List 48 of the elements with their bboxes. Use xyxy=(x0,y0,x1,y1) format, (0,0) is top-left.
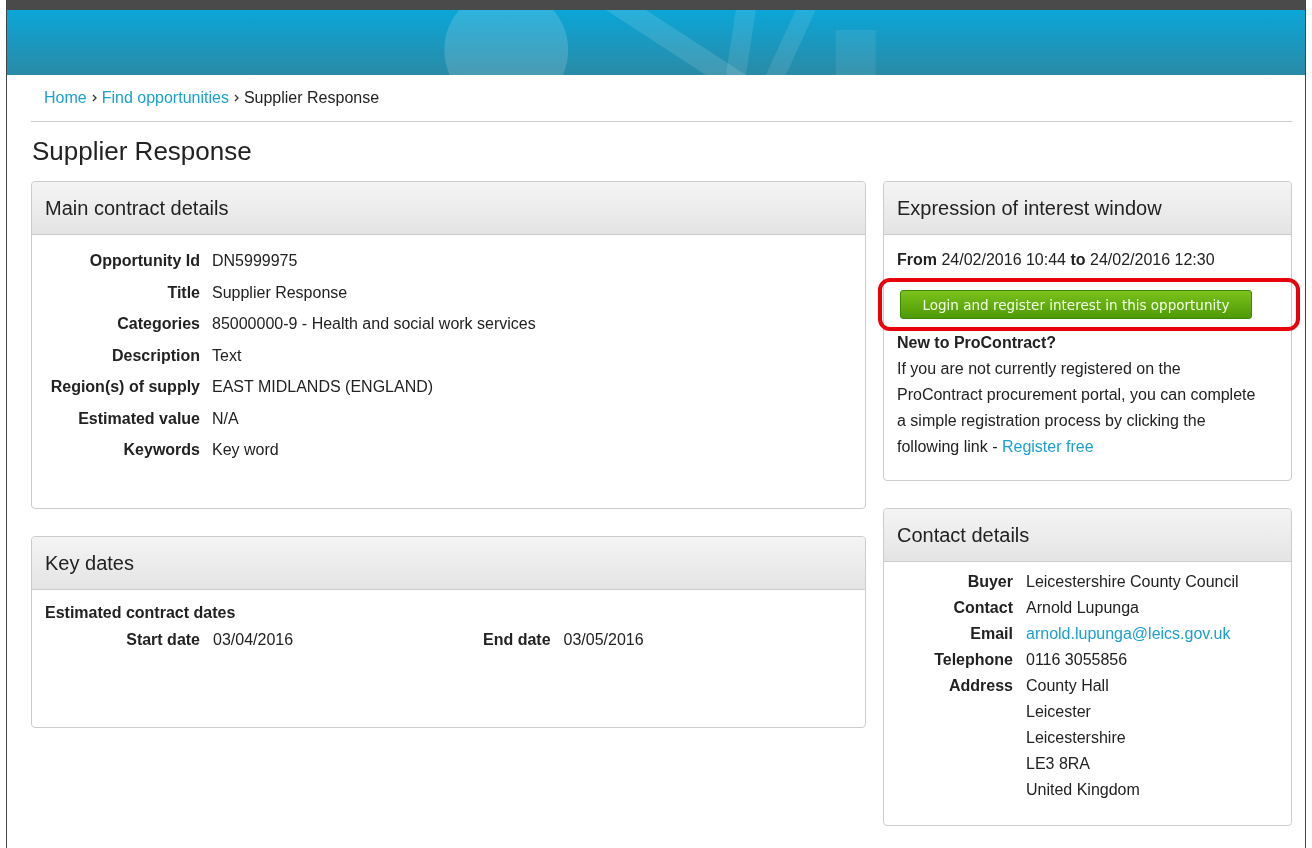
field-value: Supplier Response xyxy=(212,283,349,302)
register-heading: New to ProContract? xyxy=(897,334,1058,352)
contact-value: United Kingdom xyxy=(1026,781,1140,799)
email-link[interactable]: arnold.lupunga@leics.gov.uk xyxy=(1026,625,1231,643)
page-title: Supplier Response xyxy=(32,136,253,167)
contact-label: Contact xyxy=(952,599,1013,617)
field-label: Description xyxy=(111,346,200,365)
panel-title: Contact details xyxy=(897,523,1030,547)
contact-label: Telephone xyxy=(933,651,1013,669)
field-value: DN5999975 xyxy=(212,252,299,271)
register-paragraph: If you are not currently registered on the ProContract procurement portal, you can complete a simple registration process by clicking the following link - Register free xyxy=(897,359,1257,457)
breadcrumb-link[interactable]: Home xyxy=(44,89,87,107)
field-value: Key word xyxy=(212,441,280,460)
date-value: 03/04/2016 xyxy=(213,631,294,649)
field-value: EAST MIDLANDS (ENGLAND) xyxy=(212,378,435,397)
login-register-button[interactable]: Login and register interest in this opportunity xyxy=(900,290,1252,319)
breadcrumb-link[interactable]: Find opportunities xyxy=(101,89,229,107)
breadcrumb-separator-icon xyxy=(233,94,239,102)
date-label: Start date xyxy=(125,631,200,649)
panel-title: Main contract details xyxy=(45,196,229,220)
contact-value: 0116 3055856 xyxy=(1026,651,1128,669)
contact-value: Arnold Lupunga xyxy=(1026,599,1139,617)
contact-label: Buyer xyxy=(966,573,1013,591)
field-label: Title xyxy=(166,283,200,302)
field-value: 85000000-9 - Health and social work services xyxy=(212,315,537,334)
contact-value: LE3 8RA xyxy=(1026,755,1091,773)
contact-value: Leicestershire County Council xyxy=(1026,573,1239,591)
contact-value: County Hall xyxy=(1026,677,1109,695)
field-label: Opportunity Id xyxy=(88,252,200,271)
field-label: Region(s) of supply xyxy=(49,378,200,397)
register-link[interactable]: Register free xyxy=(1001,438,1094,455)
date-value: 03/05/2016 xyxy=(563,631,644,649)
field-label: Categories xyxy=(116,315,200,334)
field-value: Text xyxy=(212,346,243,365)
dates-subtitle: Estimated contract dates xyxy=(45,604,237,622)
field-label: Keywords xyxy=(122,441,200,460)
interest-period: From 24/02/2016 10:44 to 24/02/2016 12:30 xyxy=(897,251,1216,269)
field-value: N/A xyxy=(212,409,240,428)
contact-value: Leicestershire xyxy=(1026,729,1126,747)
contact-label: Email xyxy=(969,625,1013,643)
contact-label: Address xyxy=(947,677,1013,696)
panel-title: Key dates xyxy=(45,551,134,575)
date-label: End date xyxy=(483,631,551,649)
panel-title: Expression of interest window xyxy=(897,196,1162,220)
contact-value: Leicester xyxy=(1026,703,1091,721)
field-label: Estimated value xyxy=(77,409,200,428)
breadcrumb-separator-icon xyxy=(91,94,97,102)
breadcrumb-current: Supplier Response xyxy=(243,89,380,107)
